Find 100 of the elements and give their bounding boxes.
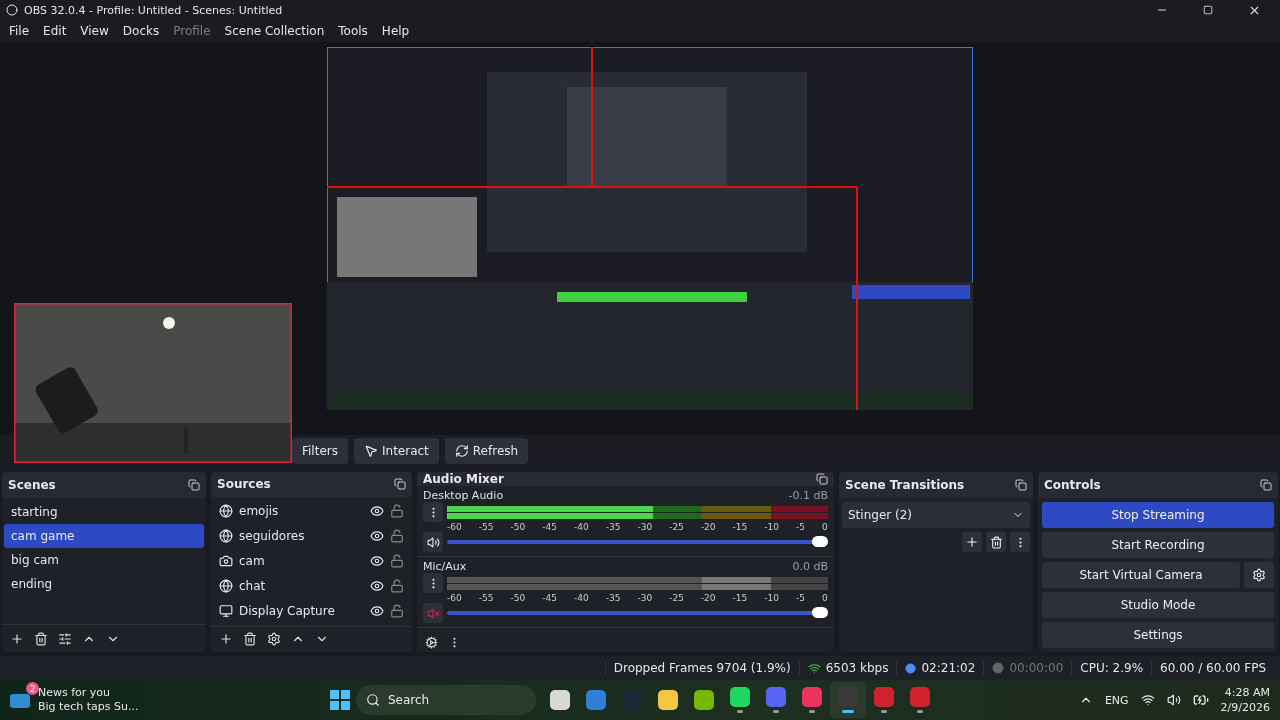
unlock-icon[interactable] — [390, 604, 404, 619]
filter-icon[interactable] — [58, 631, 72, 646]
scene-item[interactable]: cam game — [4, 524, 204, 548]
scale-label: -40 — [573, 522, 589, 532]
eye-icon[interactable] — [370, 529, 384, 544]
trash-icon[interactable] — [34, 631, 48, 646]
source-item[interactable]: chat — [239, 579, 364, 594]
source-item[interactable]: cam — [239, 554, 364, 569]
add-icon[interactable] — [219, 632, 233, 647]
volume-icon[interactable] — [1166, 693, 1181, 707]
camera-icon — [219, 554, 233, 569]
trash-icon[interactable] — [243, 632, 257, 647]
clock-date[interactable]: 2/9/2026 — [1220, 700, 1270, 715]
scale-label: 0 — [822, 593, 828, 603]
app-logo-icon — [6, 4, 18, 16]
settings-icon[interactable] — [425, 635, 438, 649]
scale-label: -25 — [669, 593, 684, 603]
scale-label: -60 — [447, 522, 462, 532]
unlock-icon[interactable] — [390, 504, 404, 519]
dock-title: Scene Transitions — [845, 478, 965, 492]
eye-icon[interactable] — [370, 504, 384, 519]
control-button[interactable]: Start Virtual Camera — [1042, 562, 1240, 588]
menu-item[interactable]: Docks — [115, 24, 167, 38]
monitor-icon — [219, 604, 233, 619]
menu-item[interactable]: File — [2, 24, 37, 38]
unlock-icon[interactable] — [390, 579, 404, 594]
transition-dropdown[interactable]: Stinger (2) — [842, 502, 1030, 528]
settings-button[interactable] — [1244, 562, 1274, 588]
scale-label: -5 — [796, 522, 806, 532]
scale-label: -15 — [732, 593, 748, 603]
unlock-icon[interactable] — [390, 529, 404, 544]
control-button[interactable]: Studio Mode — [1042, 592, 1274, 618]
source-item[interactable]: seguidores — [239, 529, 364, 544]
undock-icon[interactable] — [394, 478, 406, 491]
control-button[interactable]: Settings — [1042, 622, 1274, 648]
battery-icon[interactable] — [1192, 692, 1209, 708]
menu-item[interactable]: Scene Collection — [217, 24, 332, 38]
volume-reading: 0.0 dB — [792, 560, 828, 573]
scale-label: -45 — [542, 522, 557, 532]
toolbar-button[interactable]: Filters — [292, 438, 348, 464]
undock-icon[interactable] — [1260, 479, 1272, 491]
undock-icon[interactable] — [816, 473, 828, 485]
cursor-icon — [364, 444, 378, 458]
menu-button[interactable] — [423, 573, 443, 593]
undock-icon[interactable] — [188, 479, 200, 491]
news-title[interactable]: News for you — [38, 686, 139, 700]
mute-button[interactable] — [423, 532, 443, 552]
maximize-icon[interactable] — [1203, 5, 1213, 15]
record-time: 00:00:00 — [1009, 661, 1064, 675]
menu-item[interactable]: View — [73, 24, 116, 38]
unlock-icon[interactable] — [390, 554, 404, 569]
search-field[interactable]: Search — [356, 685, 536, 715]
source-item[interactable]: Display Capture — [239, 604, 364, 619]
menu-button[interactable] — [423, 502, 443, 522]
undock-icon[interactable] — [1015, 479, 1027, 491]
toolbar-button[interactable]: Refresh — [444, 438, 529, 464]
dropped-frames: Dropped Frames 9704 (1.9%) — [604, 661, 799, 675]
eye-icon[interactable] — [370, 579, 384, 594]
add-button[interactable] — [962, 532, 982, 552]
scale-label: -25 — [669, 522, 684, 532]
taskbar-app[interactable] — [830, 682, 866, 718]
scale-label: -10 — [764, 593, 780, 603]
scene-item[interactable]: big cam — [4, 548, 204, 572]
refresh-icon — [454, 444, 469, 458]
search-icon — [366, 693, 380, 707]
menu-item[interactable]: Help — [374, 24, 417, 38]
add-icon[interactable] — [10, 631, 24, 646]
start-icon[interactable] — [330, 690, 350, 710]
scale-label: 0 — [822, 522, 828, 532]
plus-icon — [965, 535, 979, 549]
control-button[interactable]: Stop Streaming — [1042, 502, 1274, 528]
speaker-icon — [426, 535, 440, 549]
menu-item[interactable]: Tools — [331, 24, 375, 38]
language-indicator[interactable]: ENG — [1104, 693, 1129, 707]
globe-icon — [219, 504, 233, 519]
dock-title: Scenes — [8, 478, 56, 492]
scene-item[interactable]: ending — [4, 572, 204, 596]
eye-icon[interactable] — [370, 554, 384, 569]
scale-label: -35 — [605, 593, 621, 603]
volume-reading: -0.1 dB — [788, 489, 828, 502]
clock-time[interactable]: 4:28 AM — [1224, 685, 1270, 700]
wifi-icon[interactable] — [1140, 693, 1155, 707]
eye-icon[interactable] — [370, 604, 384, 619]
settings-icon[interactable] — [267, 632, 281, 647]
delete-button[interactable] — [986, 532, 1006, 552]
streaming-icon — [905, 662, 917, 674]
signal-icon — [807, 661, 821, 675]
more-button[interactable] — [1010, 532, 1030, 552]
stream-time: 02:21:02 — [921, 661, 976, 675]
control-button[interactable]: Start Recording — [1042, 532, 1274, 558]
toolbar-button[interactable]: Interact — [354, 438, 439, 464]
scale-label: -55 — [478, 522, 494, 532]
menu-item[interactable]: Edit — [36, 24, 74, 38]
dock-title: Controls — [1044, 478, 1101, 492]
news-headline[interactable]: Big tech taps Su... — [38, 700, 139, 714]
scale-label: -30 — [637, 522, 653, 532]
scene-item[interactable]: starting — [4, 500, 204, 524]
source-item[interactable]: emojis — [239, 504, 364, 519]
news-icon — [10, 691, 32, 709]
scale-label: -5 — [796, 593, 806, 603]
